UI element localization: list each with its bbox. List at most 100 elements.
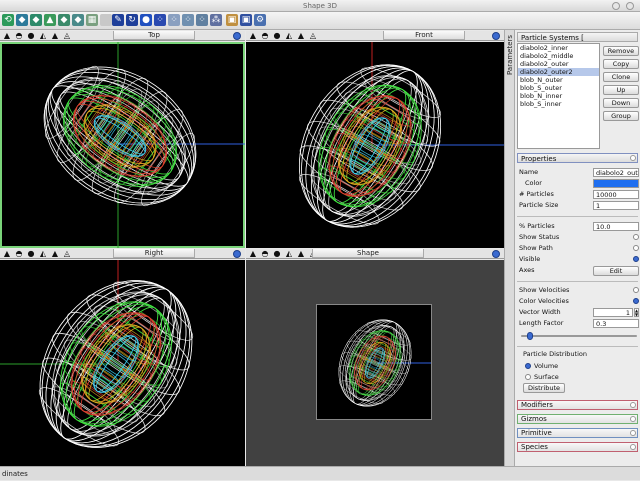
wire-icon[interactable]: ◬ — [63, 32, 71, 40]
section-primitive[interactable]: Primitive — [517, 428, 638, 438]
list-item[interactable]: blob_N_outer — [518, 76, 599, 84]
viewport-title[interactable]: Right — [113, 249, 195, 258]
particles-3-icon[interactable]: ⁘ — [182, 14, 194, 26]
list-item[interactable]: blob_N_inner — [518, 92, 599, 100]
sphere-icon[interactable]: ● — [27, 32, 35, 40]
list-item[interactable]: diabolo2_inner — [518, 44, 599, 52]
num-particles-field[interactable]: 10000 — [593, 190, 639, 199]
wire-icon[interactable]: ◬ — [63, 250, 71, 258]
half-sphere-icon[interactable]: ◓ — [261, 250, 269, 258]
surface-radio[interactable] — [525, 374, 531, 380]
viewport-title[interactable]: Top — [113, 31, 195, 40]
shapes-icon[interactable] — [100, 14, 112, 26]
gear-icon[interactable]: ⚙ — [254, 14, 266, 26]
viewport-title[interactable]: Front — [383, 31, 465, 40]
half-sphere-icon[interactable]: ◓ — [15, 32, 23, 40]
edit-icon[interactable]: ✎ — [112, 14, 124, 26]
pyramid-icon[interactable]: ◭ — [285, 250, 293, 258]
distribute-button[interactable]: Distribute — [523, 383, 565, 393]
flat-shape-2-icon[interactable]: ◆ — [72, 14, 84, 26]
expand-icon[interactable] — [630, 444, 636, 450]
pct-particles-field[interactable]: 10.0 — [593, 222, 639, 231]
reset-view-icon[interactable]: ⟲ — [2, 14, 14, 26]
cone-icon[interactable]: ▲ — [297, 32, 305, 40]
copy-button[interactable]: Copy — [603, 59, 639, 69]
half-sphere-icon[interactable]: ◓ — [15, 250, 23, 258]
sphere-icon[interactable]: ● — [27, 250, 35, 258]
pyramid-icon[interactable]: ◭ — [39, 250, 47, 258]
cone-icon[interactable]: ▲ — [297, 250, 305, 258]
cone-icon[interactable]: ▲ — [51, 250, 59, 258]
slider-thumb[interactable] — [526, 332, 533, 340]
triangle-icon[interactable]: ▲ — [3, 250, 11, 258]
viewport-title[interactable]: Shape — [312, 249, 424, 258]
list-item[interactable]: diabolo2_middle — [518, 52, 599, 60]
vector-width-field[interactable]: 1 — [593, 308, 633, 317]
cube-icon[interactable]: ◆ — [16, 14, 28, 26]
sphere-icon[interactable]: ● — [273, 32, 281, 40]
particles-icon[interactable]: ⁘ — [154, 14, 166, 26]
pyramid-icon[interactable]: ◭ — [285, 32, 293, 40]
properties-header[interactable]: Properties — [517, 153, 638, 163]
close-button[interactable] — [626, 2, 634, 10]
section-modifiers[interactable]: Modifiers — [517, 400, 638, 410]
viewport-settings-icon[interactable] — [233, 32, 241, 40]
viewport-front[interactable] — [246, 42, 504, 248]
clone-button[interactable]: Clone — [603, 72, 639, 82]
color-swatch[interactable] — [593, 179, 639, 188]
half-sphere-icon[interactable]: ◓ — [261, 32, 269, 40]
viewport-settings-icon[interactable] — [233, 250, 241, 258]
nodes-icon[interactable]: ⁂ — [210, 14, 222, 26]
minimize-button[interactable] — [612, 2, 620, 10]
length-factor-field[interactable]: 0.3 — [593, 319, 639, 328]
viewport-top[interactable] — [0, 42, 245, 248]
viewport-settings-icon[interactable] — [492, 250, 500, 258]
show-status-checkbox[interactable] — [633, 234, 639, 240]
rotate-icon[interactable]: ↻ — [126, 14, 138, 26]
triangle-icon[interactable]: ▲ — [249, 32, 257, 40]
show-velocities-checkbox[interactable] — [633, 287, 639, 293]
wire-icon[interactable]: ◬ — [309, 32, 317, 40]
show-path-checkbox[interactable] — [633, 245, 639, 251]
layout-2-icon[interactable]: ▣ — [240, 14, 252, 26]
grid-icon[interactable]: ▦ — [86, 14, 98, 26]
length-factor-slider[interactable] — [521, 332, 637, 340]
vector-width-stepper[interactable]: ▲ ▼ — [634, 308, 639, 317]
viewport-right[interactable] — [0, 260, 245, 466]
cube-shaded-icon[interactable]: ◆ — [30, 14, 42, 26]
up-button[interactable]: Up — [603, 85, 639, 95]
particles-4-icon[interactable]: ⁘ — [196, 14, 208, 26]
color-velocities-checkbox[interactable] — [633, 298, 639, 304]
list-item[interactable]: blob_S_outer — [518, 84, 599, 92]
collapse-icon[interactable] — [630, 155, 636, 161]
remove-button[interactable]: Remove — [603, 46, 639, 56]
triangle-icon[interactable]: ▲ — [249, 250, 257, 258]
layout-icon[interactable]: ▣ — [226, 14, 238, 26]
particle-systems-list[interactable]: diabolo2_inner diabolo2_middle diabolo2_ou… — [517, 43, 600, 149]
section-species[interactable]: Species — [517, 442, 638, 452]
viewport-settings-icon[interactable] — [492, 32, 500, 40]
triangle-icon[interactable]: ▲ — [3, 32, 11, 40]
sphere-icon[interactable]: ● — [273, 250, 281, 258]
sphere-icon[interactable]: ● — [140, 14, 152, 26]
particles-2-icon[interactable]: ⁘ — [168, 14, 180, 26]
list-item[interactable]: diabolo2_outer — [518, 60, 599, 68]
volume-radio[interactable] — [525, 363, 531, 369]
down-button[interactable]: Down — [603, 98, 639, 108]
pyramid-icon[interactable]: ▲ — [44, 14, 56, 26]
list-item[interactable]: diabolo2_outer2 — [518, 68, 599, 76]
name-field[interactable]: diabolo2_outer2 — [593, 168, 639, 177]
viewport-shape[interactable] — [246, 260, 504, 466]
cone-icon[interactable]: ▲ — [51, 32, 59, 40]
group-button[interactable]: Group — [603, 111, 639, 121]
visible-checkbox[interactable] — [633, 256, 639, 262]
expand-icon[interactable] — [630, 416, 636, 422]
section-gizmos[interactable]: Gizmos — [517, 414, 638, 424]
expand-icon[interactable] — [630, 402, 636, 408]
list-item[interactable]: blob_S_inner — [518, 100, 599, 108]
particle-size-field[interactable]: 1 — [593, 201, 639, 210]
parameters-side-tab[interactable]: Parameters — [504, 30, 515, 466]
axes-edit-button[interactable]: Edit — [593, 266, 639, 276]
flat-shape-icon[interactable]: ◆ — [58, 14, 70, 26]
pyramid-icon[interactable]: ◭ — [39, 32, 47, 40]
